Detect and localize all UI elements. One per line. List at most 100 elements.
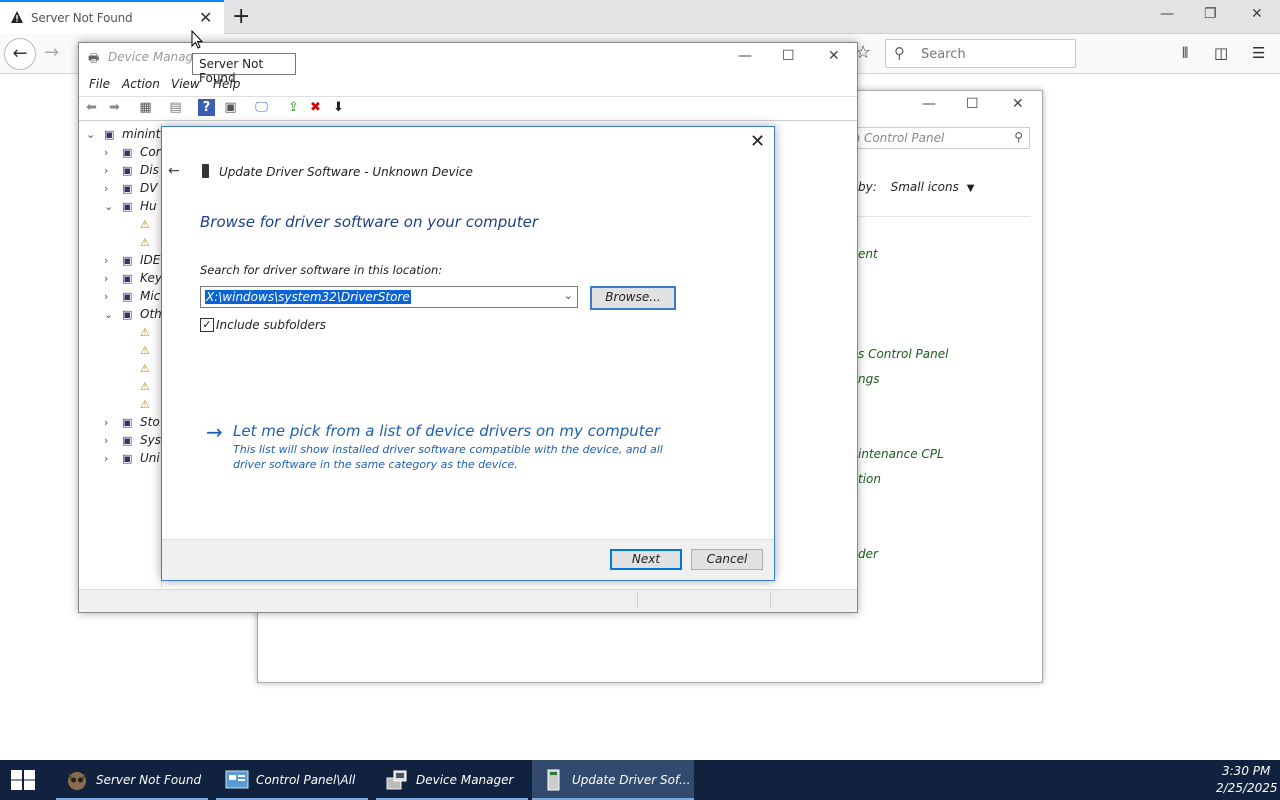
back-arrow-icon[interactable]: ⬅ — [83, 99, 100, 116]
minimize-browser-icon[interactable]: — — [1160, 6, 1174, 22]
tree-row[interactable]: ⚠ — [122, 325, 158, 343]
tree-row[interactable]: › ▣ Dis — [104, 163, 159, 181]
wizard-close-icon[interactable]: ✕ — [750, 131, 765, 152]
restore-browser-icon[interactable]: ❐ — [1204, 6, 1217, 22]
close-browser-icon[interactable]: ✕ — [1251, 6, 1263, 22]
clock-date[interactable]: 2/25/2025 — [1216, 781, 1278, 795]
warning-device-icon: ⚠ — [140, 344, 150, 357]
cp-view-by[interactable]: by: Small icons ▼ — [858, 180, 974, 194]
download-circle-icon[interactable]: ⬇ — [330, 99, 347, 116]
driver-path-combobox[interactable]: X:\windows\system32\DriverStore ⌄ — [200, 286, 578, 308]
cp-minimize-icon[interactable]: — — [922, 96, 936, 112]
cp-search-input[interactable]: rch Control Panel ⚲ — [838, 127, 1030, 149]
next-button[interactable]: Next — [610, 549, 682, 570]
tree-row[interactable]: › ▣ IDE — [104, 253, 160, 271]
tree-row[interactable]: ⚠ — [122, 379, 158, 397]
chevron-down-icon[interactable]: ⌄ — [104, 308, 122, 321]
device-manager-icon: 🖶 — [88, 51, 100, 65]
tree-row[interactable]: › ▣ Sto — [104, 415, 160, 433]
tree-row[interactable]: ⚠ — [122, 397, 158, 415]
menu-action[interactable]: Action — [122, 77, 160, 91]
dm-close-icon[interactable]: ✕ — [828, 48, 840, 64]
cp-item[interactable]: ngs — [858, 372, 879, 386]
chevron-right-icon[interactable]: › — [104, 452, 122, 465]
tree-row-label: Dis — [140, 163, 159, 177]
tree-row[interactable]: › ▣ DV — [104, 181, 157, 199]
cancel-button[interactable]: Cancel — [691, 549, 763, 570]
browser-tab[interactable]: Server Not Found ✕ — [0, 0, 224, 34]
tree-row[interactable]: ⚠ — [122, 235, 158, 253]
device-category-icon: ▣ — [122, 272, 133, 285]
properties-grid-icon[interactable]: ▦ — [137, 99, 154, 116]
wizard-back-arrow-icon[interactable]: ← — [168, 163, 180, 179]
page-icon[interactable]: ▤ — [167, 99, 184, 116]
browse-button[interactable]: Browse... — [590, 286, 676, 310]
device-category-icon: ▣ — [122, 182, 133, 195]
include-subfolders-label[interactable]: Include subfolders — [216, 318, 326, 332]
driver-path-value[interactable]: X:\windows\system32\DriverStore — [205, 290, 411, 304]
sidebar-icon[interactable]: ◫ — [1214, 44, 1228, 62]
arrow-right-icon[interactable]: → — [206, 420, 223, 444]
include-subfolders-checkbox[interactable]: ✓ — [200, 318, 214, 332]
tree-row[interactable]: ⌄ ▣ Hu — [104, 199, 157, 217]
dm-maximize-icon[interactable]: ☐ — [782, 48, 795, 64]
warning-device-icon: ⚠ — [140, 326, 150, 339]
chevron-right-icon[interactable]: › — [104, 182, 122, 195]
chevron-right-icon[interactable]: › — [104, 254, 122, 267]
chevron-down-icon[interactable]: ⌄ — [564, 289, 573, 302]
help-icon[interactable]: ? — [198, 99, 215, 116]
forward-button[interactable]: → — [44, 42, 59, 63]
tree-row[interactable]: ⌄ ▣ minint- — [86, 127, 165, 145]
browser-search-input[interactable]: ⚲ Search — [885, 39, 1076, 68]
close-tab-icon[interactable]: ✕ — [199, 8, 212, 27]
view-icon[interactable]: ▣ — [222, 99, 239, 116]
taskbar-item-label: Device Manager — [416, 773, 514, 787]
taskbar-item-control-panel[interactable]: Control Panel\All ... — [216, 760, 368, 800]
tree-row-label: Sto — [140, 415, 160, 429]
scan-hardware-icon[interactable]: 🖵 — [253, 99, 270, 116]
uninstall-icon[interactable]: ✖ — [307, 99, 324, 116]
cp-item[interactable]: tion — [858, 472, 881, 486]
taskbar-item-device-manager[interactable]: Device Manager — [376, 760, 528, 800]
back-button[interactable]: ← — [4, 38, 36, 70]
tree-row[interactable]: ⚠ — [122, 361, 158, 379]
taskbar-item-firefox[interactable]: Server Not Found ... — [56, 760, 208, 800]
chevron-down-icon[interactable]: ⌄ — [86, 128, 104, 141]
chevron-right-icon[interactable]: › — [104, 164, 122, 177]
pick-from-list-link[interactable]: Let me pick from a list of device driver… — [233, 422, 660, 440]
cp-item[interactable]: ent — [858, 247, 878, 261]
chevron-right-icon[interactable]: › — [104, 272, 122, 285]
tree-row[interactable]: › ▣ Cor — [104, 145, 161, 163]
dm-minimize-icon[interactable]: — — [738, 48, 752, 64]
tree-row[interactable]: › ▣ Key — [104, 271, 162, 289]
update-driver-icon[interactable]: ⇪ — [285, 99, 302, 116]
tree-row[interactable]: ⚠ — [122, 217, 158, 235]
cp-item[interactable]: intenance CPL — [858, 447, 944, 461]
chevron-right-icon[interactable]: › — [104, 434, 122, 447]
new-tab-icon[interactable]: + — [232, 4, 250, 29]
clock-time[interactable]: 3:30 PM — [1222, 764, 1270, 778]
tree-row[interactable]: › ▣ Uni — [104, 451, 160, 469]
menu-file[interactable]: File — [89, 77, 110, 91]
chevron-right-icon[interactable]: › — [104, 146, 122, 159]
taskbar-item-label: Control Panel\All ... — [256, 773, 356, 787]
cp-maximize-icon[interactable]: ☐ — [966, 96, 979, 112]
library-icon[interactable]: ⫴ — [1182, 44, 1188, 62]
windows-start-icon[interactable] — [10, 769, 36, 791]
tree-row[interactable]: › ▣ Mic — [104, 289, 160, 307]
chevron-down-icon[interactable]: ⌄ — [104, 200, 122, 213]
tree-row[interactable]: ⌄ ▣ Oth — [104, 307, 162, 325]
wizard-footer — [162, 539, 774, 580]
cp-item[interactable]: der — [858, 547, 878, 561]
tree-row[interactable]: › ▣ Sys — [104, 433, 161, 451]
menu-view[interactable]: View — [171, 77, 200, 91]
tree-row[interactable]: ⚠ — [122, 343, 158, 361]
menu-icon[interactable]: ☰ — [1252, 44, 1265, 62]
taskbar-item-update-driver[interactable]: Update Driver Sof... — [532, 760, 694, 800]
chevron-right-icon[interactable]: › — [104, 290, 122, 303]
cp-close-icon[interactable]: ✕ — [1012, 96, 1024, 112]
update-driver-icon — [547, 769, 560, 791]
chevron-right-icon[interactable]: › — [104, 416, 122, 429]
cp-item[interactable]: s Control Panel — [858, 347, 948, 361]
forward-arrow-icon[interactable]: ➡ — [106, 99, 123, 116]
